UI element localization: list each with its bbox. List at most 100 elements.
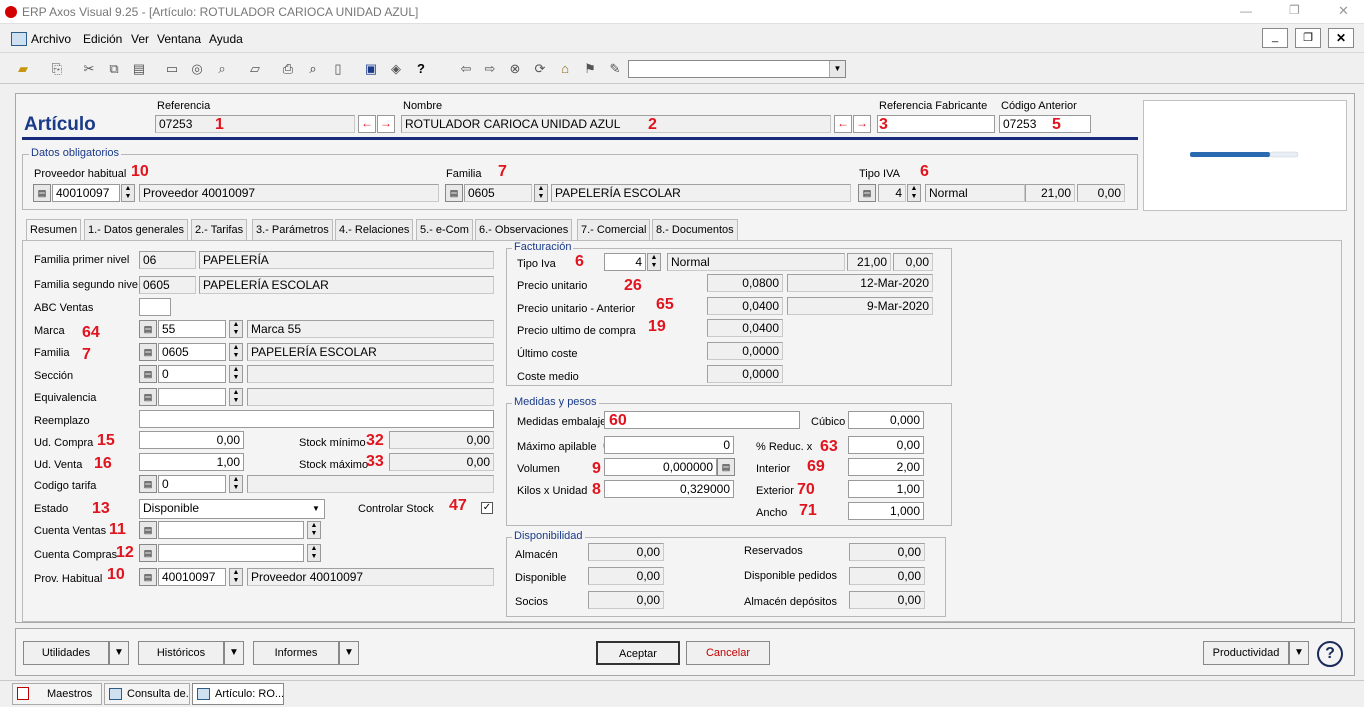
familia2-code[interactable]: 0605 (158, 343, 226, 361)
next-ref-button[interactable]: → (377, 115, 395, 133)
task-maestros[interactable]: Maestros (12, 683, 102, 705)
prov-code-field[interactable]: 40010097 (52, 184, 120, 202)
estado-chevron-down-icon[interactable]: ▼ (309, 501, 323, 517)
ctaventas-field[interactable] (158, 521, 304, 539)
equiv-lookup-icon[interactable]: ▤ (139, 388, 157, 406)
historicos-dropdown[interactable]: ▼ (224, 641, 244, 665)
window-icon[interactable]: ▭ (163, 60, 181, 78)
reduc-field[interactable]: 0,00 (848, 436, 924, 454)
reemplazo-field[interactable] (139, 410, 494, 428)
restore-button[interactable]: ❐ (1289, 3, 1300, 17)
prov-lookup-icon[interactable]: ▤ (33, 184, 51, 202)
seccion-code[interactable]: 0 (158, 365, 226, 383)
menu-ver[interactable]: Ver (131, 32, 149, 46)
ctrlstock-checkbox[interactable]: ✓ (481, 502, 493, 514)
app-menu-icon[interactable] (11, 32, 27, 46)
exterior-field[interactable]: 1,00 (848, 480, 924, 498)
emb-field[interactable] (604, 411, 800, 429)
menu-edicion[interactable]: Edición (83, 32, 122, 46)
equiv-code[interactable] (158, 388, 226, 406)
tab-datos-generales[interactable]: 1.- Datos generales (84, 219, 188, 240)
marca-code[interactable]: 55 (158, 320, 226, 338)
informes-button[interactable]: Informes (253, 641, 339, 665)
ctaventas-lookup-icon[interactable]: ▤ (139, 521, 157, 539)
chevron-down-icon[interactable]: ▼ (829, 61, 845, 77)
menu-ayuda[interactable]: Ayuda (209, 32, 243, 46)
cut-icon[interactable]: ✂ (80, 60, 98, 78)
address-combo[interactable]: ▼ (628, 60, 846, 78)
familia-spinner[interactable]: ▲ ▼ (534, 184, 548, 202)
task-articulo[interactable]: Artículo: RO... (192, 683, 284, 705)
open-folder-icon[interactable]: ▰ (14, 60, 32, 78)
familia2-lookup-icon[interactable]: ▤ (139, 343, 157, 361)
vol-field[interactable]: 0,000000 (604, 458, 717, 476)
iva-lookup-icon[interactable]: ▤ (858, 184, 876, 202)
familia2-spinner[interactable]: ▲ ▼ (229, 343, 243, 361)
nombre-field[interactable]: ROTULADOR CARIOCA UNIDAD AZUL (401, 115, 831, 133)
familia-lookup-icon[interactable]: ▤ (445, 184, 463, 202)
familia-code-field[interactable]: 0605 (464, 184, 532, 202)
codtarifa-spinner[interactable]: ▲ ▼ (229, 475, 243, 493)
ref-fab-field[interactable] (877, 115, 995, 133)
cubico-field[interactable]: 0,000 (848, 411, 924, 429)
ctacompras-field[interactable] (158, 544, 304, 562)
task-consulta[interactable]: Consulta de... (104, 683, 190, 705)
export-icon[interactable]: ⎘ (48, 60, 66, 78)
cod-ant-field[interactable]: 07253 (999, 115, 1091, 133)
udventa-field[interactable]: 1,00 (139, 453, 244, 471)
ctacompras-lookup-icon[interactable]: ▤ (139, 544, 157, 562)
fact-iva-spinner[interactable]: ▲ ▼ (647, 253, 661, 271)
stop-icon[interactable]: ⊗ (506, 60, 524, 78)
search-icon[interactable]: ⌕ (213, 60, 231, 78)
eraser-icon[interactable]: ▱ (246, 60, 264, 78)
menu-archivo[interactable]: Archivo (31, 32, 71, 46)
informes-dropdown[interactable]: ▼ (339, 641, 359, 665)
udcompra-field[interactable]: 0,00 (139, 431, 244, 449)
utilidades-dropdown[interactable]: ▼ (109, 641, 129, 665)
arrow-left-icon[interactable]: ⇦ (457, 60, 475, 78)
provhab-code[interactable]: 40010097 (158, 568, 226, 586)
screen-icon[interactable]: ▣ (362, 60, 380, 78)
seccion-lookup-icon[interactable]: ▤ (139, 365, 157, 383)
tab-parametros[interactable]: 3.- Parámetros (252, 219, 333, 240)
next-name-button[interactable]: → (853, 115, 871, 133)
equiv-spinner[interactable]: ▲ ▼ (229, 388, 243, 406)
provhab-lookup-icon[interactable]: ▤ (139, 568, 157, 586)
binoculars-icon[interactable]: ◎ (188, 60, 206, 78)
seccion-spinner[interactable]: ▲ ▼ (229, 365, 243, 383)
tag-icon[interactable]: ◈ (387, 60, 405, 78)
mdi-minimize-button[interactable]: _ (1262, 28, 1288, 48)
codtarifa-code[interactable]: 0 (158, 475, 226, 493)
maxap-field[interactable]: 0 (604, 436, 734, 454)
ctaventas-spinner[interactable]: ▲ ▼ (307, 521, 321, 539)
fact-iva-code[interactable]: 4 (604, 253, 646, 271)
print-icon[interactable]: ⎙ (279, 60, 297, 78)
paste-icon[interactable]: ▤ (130, 60, 148, 78)
productividad-button[interactable]: Productividad (1203, 641, 1289, 665)
kilos-field[interactable]: 0,329000 (604, 480, 734, 498)
codtarifa-lookup-icon[interactable]: ▤ (139, 475, 157, 493)
aceptar-button[interactable]: Aceptar (596, 641, 680, 665)
prov-spinner[interactable]: ▲ ▼ (121, 184, 135, 202)
provhab-spinner[interactable]: ▲ ▼ (229, 568, 243, 586)
tab-comercial[interactable]: 7.- Comercial (577, 219, 651, 240)
abc-field[interactable] (139, 298, 171, 316)
marca-spinner[interactable]: ▲ ▼ (229, 320, 243, 338)
interior-field[interactable]: 2,00 (848, 458, 924, 476)
refresh-icon[interactable]: ⟳ (531, 60, 549, 78)
cancelar-button[interactable]: Cancelar (686, 641, 770, 665)
help-icon[interactable]: ? (412, 60, 430, 78)
tab-relaciones[interactable]: 4.- Relaciones (335, 219, 414, 240)
ref-field[interactable]: 07253 (155, 115, 355, 133)
menu-ventana[interactable]: Ventana (157, 32, 201, 46)
ancho-field[interactable]: 1,000 (848, 502, 924, 520)
minimize-button[interactable]: — (1240, 4, 1252, 18)
edit-icon[interactable]: ✎ (606, 60, 624, 78)
mdi-close-button[interactable]: ✕ (1328, 28, 1354, 48)
close-button[interactable]: ✕ (1338, 3, 1349, 19)
productividad-dropdown[interactable]: ▼ (1289, 641, 1309, 665)
tab-observaciones[interactable]: 6.- Observaciones (475, 219, 573, 240)
ctacompras-spinner[interactable]: ▲ ▼ (307, 544, 321, 562)
prev-name-button[interactable]: ← (834, 115, 852, 133)
favorites-icon[interactable]: ⚑ (581, 60, 599, 78)
